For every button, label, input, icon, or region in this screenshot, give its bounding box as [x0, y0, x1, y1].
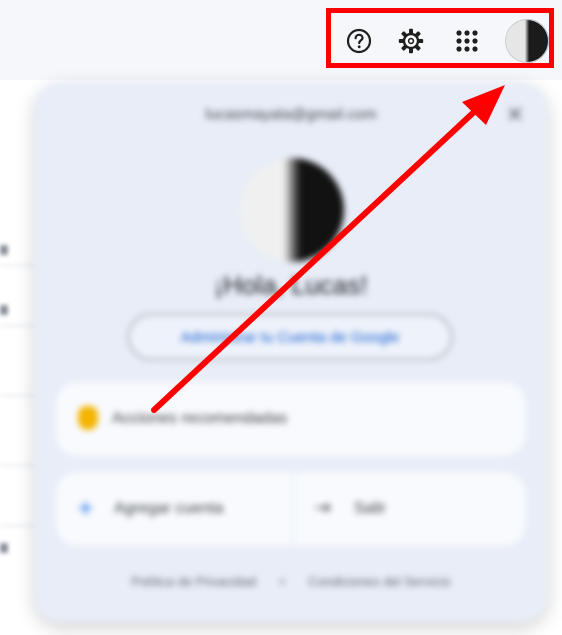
account-panel: ✕ lucasmayala@gmail.com ¡Hola, Lucas! Ad…: [34, 82, 548, 622]
apps-grid-icon[interactable]: [449, 23, 485, 59]
privacy-link[interactable]: Política de Privacidad: [131, 574, 256, 589]
highlight-box: [326, 8, 554, 68]
help-icon[interactable]: [341, 23, 377, 59]
footer-links: Política de Privacidad • Condiciones del…: [34, 574, 548, 589]
shield-icon: [78, 406, 98, 430]
account-email: lucasmayala@gmail.com: [205, 106, 377, 123]
settings-icon[interactable]: [393, 23, 429, 59]
terms-link[interactable]: Condiciones del Servicio: [308, 574, 450, 589]
footer-separator: •: [280, 574, 285, 589]
logout-icon: ⇥: [314, 497, 331, 519]
recommended-actions-label: Acciones recomendadas: [112, 410, 288, 427]
account-actions-card: + Agregar cuenta ⇥ Salir: [56, 472, 526, 546]
avatar-large[interactable]: [240, 158, 344, 262]
manage-account-button[interactable]: Administrar tu Cuenta de Google: [128, 314, 452, 360]
greeting-text: ¡Hola, Lucas!: [214, 270, 368, 300]
add-account-label: Agregar cuenta: [114, 500, 224, 517]
recommended-actions-card[interactable]: Acciones recomendadas: [56, 382, 526, 456]
divider: [292, 472, 294, 546]
account-avatar[interactable]: [505, 19, 549, 63]
sign-out-label: Salir: [354, 500, 387, 517]
plus-icon: +: [78, 493, 94, 523]
